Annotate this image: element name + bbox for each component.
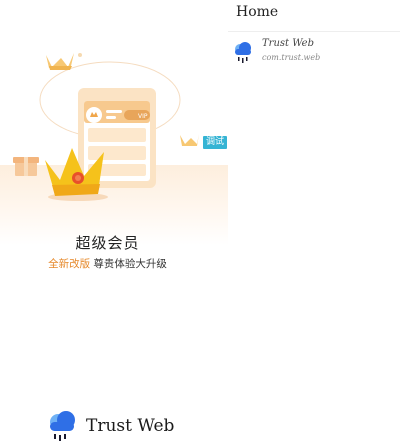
small-crown-right-icon xyxy=(180,134,199,146)
splash-title: 超级会员 xyxy=(75,234,140,252)
home-panel: Home Trust Web com.trust.web xyxy=(228,0,400,448)
card-badge-text: VIP xyxy=(138,113,148,120)
cloud-rain-icon xyxy=(235,42,251,63)
brand-name: Trust Web xyxy=(86,416,175,436)
gift-box-icon xyxy=(13,157,39,176)
debug-badge: 调试 xyxy=(203,136,227,149)
cloud-rain-icon xyxy=(50,411,75,441)
brand-footer: Trust Web xyxy=(44,406,174,446)
splash-subtitle: 全新改版 尊贵体验大升级 xyxy=(0,256,215,271)
vip-illustration: VIP xyxy=(13,53,199,201)
small-crown-icon xyxy=(46,53,82,70)
splash-screen: VIP 调试 超级会员 全新改版 尊贵体验大升级 Trust Web xyxy=(0,0,228,448)
divider xyxy=(228,31,400,32)
app-name: Trust Web xyxy=(262,38,315,49)
app-list-item[interactable]: Trust Web com.trust.web xyxy=(228,35,400,71)
subtitle-rest: 尊贵体验大升级 xyxy=(90,258,167,270)
subtitle-highlight: 全新改版 xyxy=(48,258,91,270)
page-title: Home xyxy=(236,4,279,20)
app-package: com.trust.web xyxy=(262,53,321,62)
